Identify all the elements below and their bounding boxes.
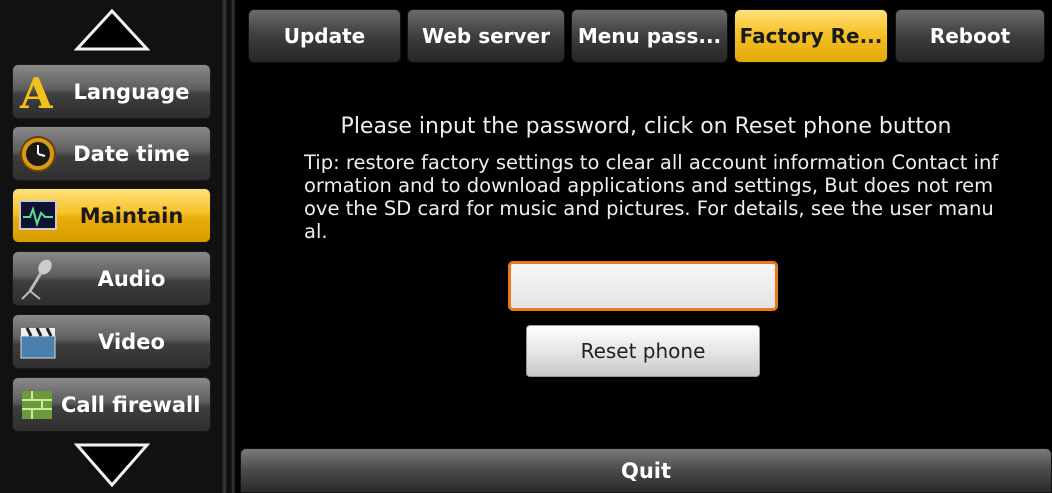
sidebar-item-video[interactable]: Video <box>12 314 211 369</box>
instruction-text: Please input the password, click on Rese… <box>340 114 952 139</box>
up-arrow-icon <box>74 8 150 51</box>
language-icon: A <box>15 69 61 115</box>
scroll-up-button[interactable] <box>0 0 222 60</box>
sidebar: A Language Date time Maintain Audio Vide… <box>0 0 222 493</box>
sidebar-item-maintain[interactable]: Maintain <box>12 188 211 243</box>
reset-phone-button[interactable]: Reset phone <box>526 325 760 377</box>
microphone-icon <box>15 256 61 302</box>
sidebar-item-label: Audio <box>97 266 166 291</box>
monitor-icon <box>15 193 61 239</box>
sidebar-item-label: Date time <box>73 141 190 166</box>
tip-text: Tip: restore factory settings to clear a… <box>304 151 999 243</box>
tab-factory-reset[interactable]: Factory Re... <box>734 9 888 63</box>
sidebar-item-label: Maintain <box>79 203 184 228</box>
tab-menu-password[interactable]: Menu pass... <box>571 9 728 63</box>
sidebar-item-label: Video <box>98 329 165 354</box>
down-arrow-icon <box>74 443 150 488</box>
scroll-down-button[interactable] <box>0 433 222 493</box>
sidebar-item-label: Language <box>73 79 190 104</box>
sidebar-item-label: Call firewall <box>61 392 201 417</box>
tab-web-server[interactable]: Web server <box>407 9 565 63</box>
sidebar-item-date-time[interactable]: Date time <box>12 126 211 181</box>
sidebar-divider <box>222 0 236 493</box>
tab-update[interactable]: Update <box>248 9 401 63</box>
firewall-icon <box>15 382 61 428</box>
tab-reboot[interactable]: Reboot <box>895 9 1045 63</box>
quit-button[interactable]: Quit <box>240 448 1052 493</box>
password-input[interactable] <box>508 261 778 311</box>
clock-icon <box>15 131 61 177</box>
clapperboard-icon <box>15 319 61 365</box>
svg-text:A: A <box>19 70 54 114</box>
sidebar-item-audio[interactable]: Audio <box>12 251 211 306</box>
sidebar-item-language[interactable]: A Language <box>12 64 211 119</box>
sidebar-item-call-firewall[interactable]: Call firewall <box>12 377 211 432</box>
